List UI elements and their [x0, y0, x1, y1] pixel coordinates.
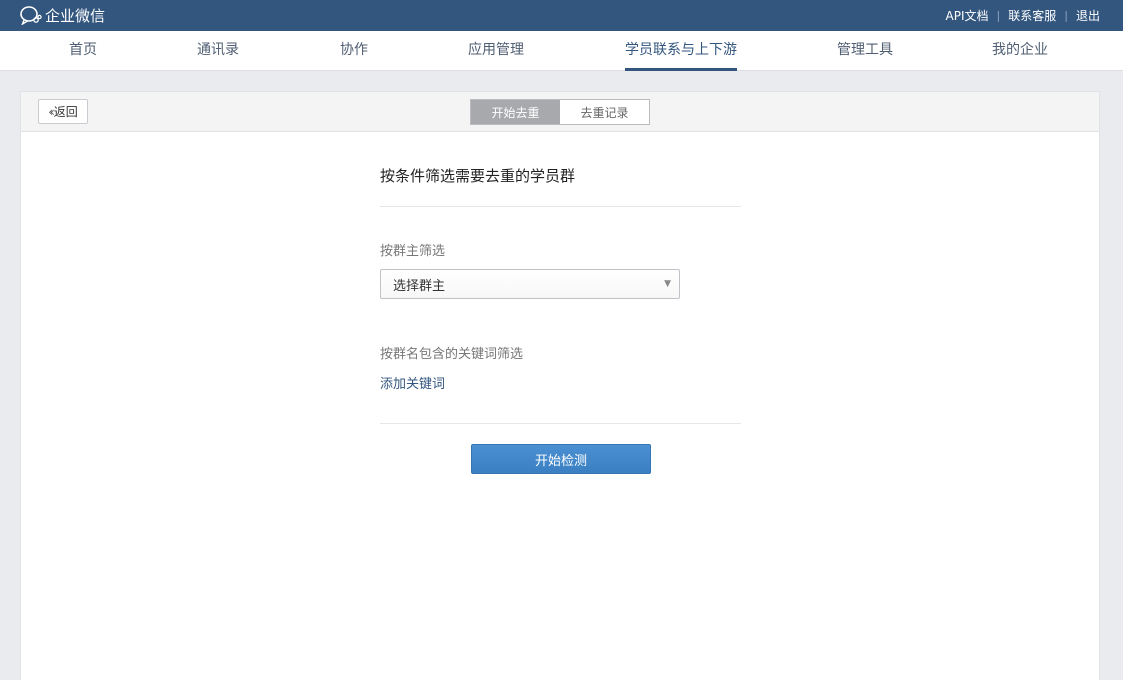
contact-support-link[interactable]: 联系客服 [1008, 7, 1056, 24]
back-button[interactable]: ‹‹ 返回 [38, 99, 88, 124]
divider [380, 423, 741, 424]
wecom-chat-icon [19, 5, 43, 26]
owner-select[interactable]: 选择群主 ▼ [380, 269, 680, 299]
nav-item-home[interactable]: 首页 [69, 31, 97, 71]
nav-item-contacts[interactable]: 通讯录 [197, 31, 239, 71]
main-nav: 首页 通讯录 协作 应用管理 学员联系与上下游 管理工具 我的企业 [0, 31, 1123, 71]
tab-switcher: 开始去重 去重记录 [470, 99, 650, 125]
back-button-label: 返回 [53, 105, 78, 119]
owner-filter-label: 按群主筛选 [380, 244, 446, 259]
nav-item-management-tools[interactable]: 管理工具 [837, 31, 893, 71]
divider [380, 206, 741, 207]
brand-logo[interactable]: 企业微信 [19, 5, 106, 26]
dropdown-arrow-icon: ▼ [664, 279, 671, 289]
brand-name: 企业微信 [45, 6, 106, 25]
link-separator: | [996, 9, 1001, 22]
top-links: API文档 | 联系客服 | 退出 [946, 7, 1100, 24]
nav-item-my-enterprise[interactable]: 我的企业 [992, 31, 1048, 71]
nav-item-collaboration[interactable]: 协作 [340, 31, 368, 71]
nav-item-app-management[interactable]: 应用管理 [468, 31, 524, 71]
top-bar: 企业微信 API文档 | 联系客服 | 退出 [0, 0, 1123, 31]
start-detect-button[interactable]: 开始检测 [471, 444, 651, 474]
tab-dedupe-records[interactable]: 去重记录 [560, 100, 649, 124]
tab-start-dedupe[interactable]: 开始去重 [471, 100, 560, 124]
keyword-filter-label: 按群名包含的关键词筛选 [380, 347, 524, 362]
logout-link[interactable]: 退出 [1076, 7, 1100, 24]
add-keyword-link[interactable]: 添加关键词 [380, 373, 445, 392]
nav-item-student-contacts[interactable]: 学员联系与上下游 [625, 31, 737, 71]
double-chevron-left-icon: ‹‹ [48, 104, 54, 119]
api-docs-link[interactable]: API文档 [946, 7, 989, 24]
owner-select-value: 选择群主 [393, 278, 446, 294]
dedupe-panel: ‹‹ 返回 开始去重 去重记录 按条件筛选需要去重的学员群 按群主筛选 选择群主… [20, 91, 1100, 680]
link-separator: | [1064, 9, 1068, 22]
panel-header: ‹‹ 返回 开始去重 去重记录 [21, 92, 1099, 132]
form-title: 按条件筛选需要去重的学员群 [380, 167, 576, 185]
